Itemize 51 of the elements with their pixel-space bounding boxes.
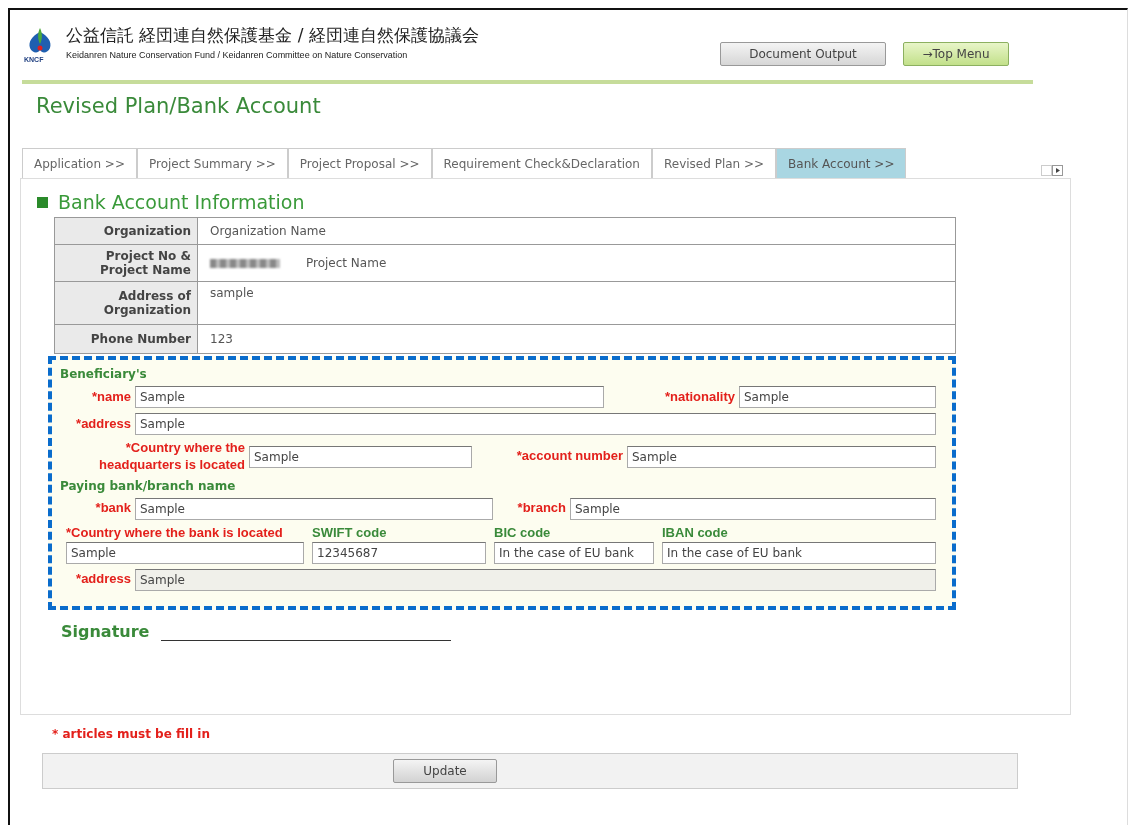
- table-label: Project No & Project Name: [54, 244, 198, 282]
- organization-title: 公益信託 経団連自然保護基金 / 経団連自然保護協議会: [66, 24, 479, 47]
- text-field[interactable]: Sample: [739, 386, 936, 408]
- field-label: *branch: [516, 500, 567, 518]
- text-field[interactable]: Sample: [135, 386, 604, 408]
- table-cell: 123: [197, 324, 956, 354]
- field-label: IBAN code: [662, 524, 729, 540]
- field-label: BIC code: [494, 524, 552, 540]
- tab[interactable]: Project Summary >>: [137, 148, 288, 178]
- section-title: Bank Account Information: [58, 191, 305, 213]
- tab[interactable]: Application >>: [22, 148, 137, 178]
- text-field[interactable]: 12345687: [312, 541, 486, 564]
- tab[interactable]: Project Proposal >>: [287, 148, 432, 178]
- tab[interactable]: Bank Account >>: [776, 148, 907, 178]
- table-cell: sample: [197, 281, 956, 325]
- field-label: *name: [90, 388, 132, 406]
- text-field[interactable]: Sample: [135, 413, 936, 435]
- blurred-block: [210, 259, 280, 268]
- text-field[interactable]: Sample: [66, 541, 304, 564]
- table-label: Address of Organization: [54, 281, 198, 325]
- tab[interactable]: Revised Plan >>: [651, 148, 777, 178]
- page-title: Revised Plan/Bank Account: [36, 94, 322, 118]
- table-cell: Project Name: [197, 244, 956, 282]
- table-label: Phone Number: [54, 324, 198, 354]
- header-button[interactable]: →Top Menu: [903, 42, 1009, 66]
- text-field[interactable]: In the case of EU bank: [494, 541, 654, 564]
- text-field[interactable]: Sample: [135, 497, 493, 520]
- update-button[interactable]: Update: [393, 759, 497, 783]
- field-label: *address: [75, 415, 132, 433]
- signature-label: Signature: [61, 621, 150, 641]
- group-heading: Paying bank/branch name: [60, 478, 237, 493]
- field-label: *account number: [515, 448, 624, 466]
- required-note: * articles must be fill in: [52, 727, 211, 741]
- field-label: *Country where the bank is located: [66, 524, 284, 540]
- field-label: *bank: [94, 500, 132, 518]
- text-field[interactable]: In the case of EU bank: [662, 541, 936, 564]
- field-label: *address: [75, 571, 132, 589]
- field-label: SWIFT code: [312, 524, 388, 540]
- field-label: *nationality: [663, 388, 736, 406]
- tab[interactable]: Requirement Check&Declaration: [431, 148, 652, 178]
- group-heading: Beneficiary's: [60, 367, 148, 381]
- header-button[interactable]: Document Output: [720, 42, 886, 66]
- text-field[interactable]: Sample: [570, 497, 936, 520]
- table-cell: Organization Name: [197, 217, 956, 245]
- table-label: Organization: [54, 217, 198, 245]
- field-label: *Country where the headquarters is located: [98, 440, 246, 474]
- organization-subtitle: Keidanren Nature Conservation Fund / Keidanren Committee on Nature Conservation: [66, 50, 409, 60]
- bullet-icon: [37, 196, 48, 208]
- text-field[interactable]: Sample: [249, 445, 472, 468]
- text-field[interactable]: Sample: [627, 445, 936, 468]
- tab-scroll-icon[interactable]: [1041, 165, 1063, 176]
